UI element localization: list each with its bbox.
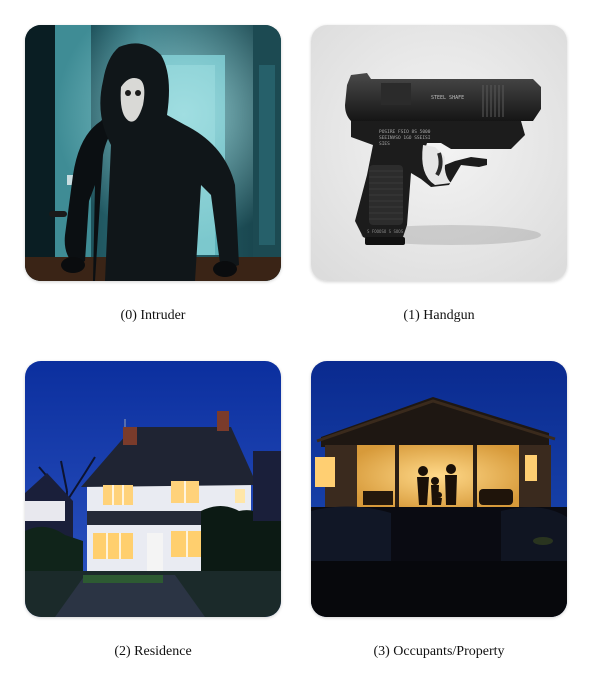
caption-intruder: (0) Intruder [120,308,186,323]
caption-residence: (2) Residence [114,644,192,659]
slide-engraving: STEEL SHAFE [431,95,464,101]
caption-handgun: (1) Handgun [403,308,475,323]
caption-occupants-property: (3) Occupants/Property [373,644,505,659]
frame-engraving-3: SIES [379,141,390,147]
occupants-property-image [311,361,567,617]
frame-engraving-2: SEEINVSO 1GO SSEISI [379,135,431,141]
grip-engraving: S FOOOSO S SOOS [367,229,404,234]
frame-engraving-1: POSIRE FSIO 8S 5000 [379,129,431,135]
handgun-image: STEEL SHAFE POSIRE FSIO 8S 5000 SEEINVSO… [311,25,567,281]
residence-image [25,361,281,617]
intruder-image [25,25,281,281]
